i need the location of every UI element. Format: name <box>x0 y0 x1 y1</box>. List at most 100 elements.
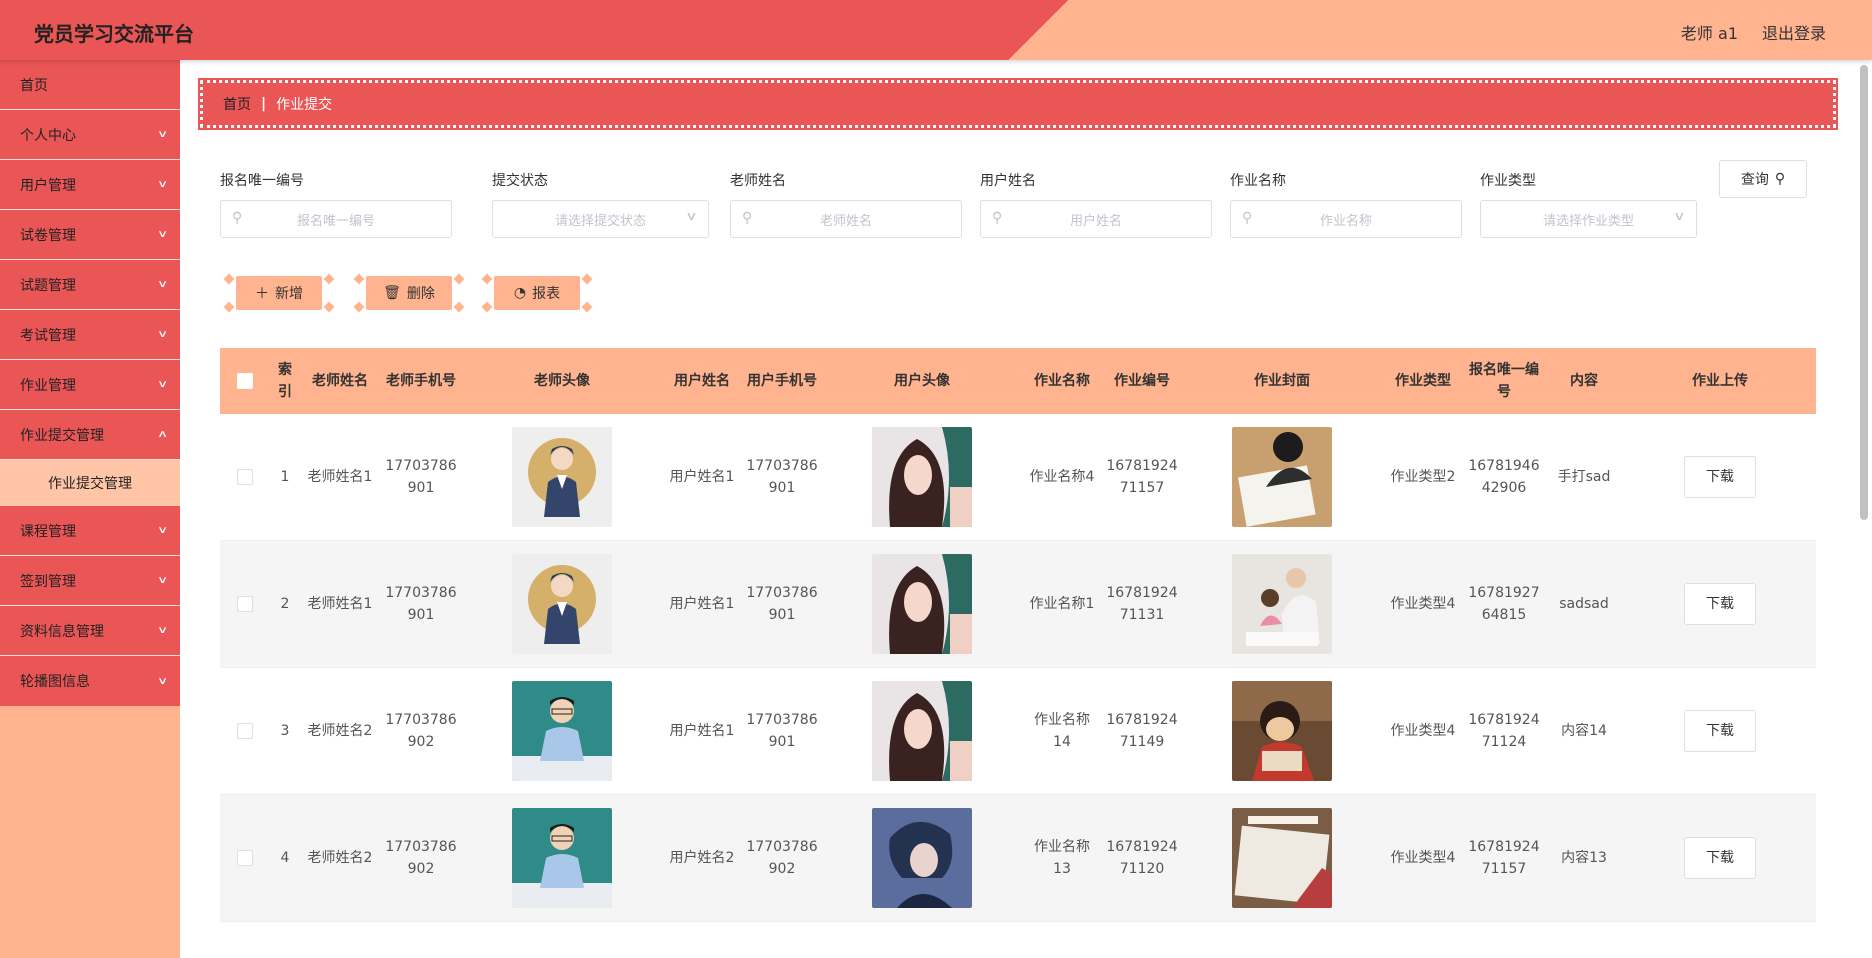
user-name-input[interactable]: ⚲ 用户姓名 <box>980 200 1212 238</box>
app-title: 党员学习交流平台 <box>34 22 194 46</box>
sidebar-item-questions[interactable]: 试题管理 ∨ <box>0 260 180 310</box>
sidebar-subitem-submissions[interactable]: 作业提交管理 <box>0 460 180 506</box>
sidebar-item-label: 作业提交管理 <box>20 427 104 444</box>
select-placeholder: 请选择作业类型 <box>1542 213 1634 229</box>
sidebar-item-users[interactable]: 用户管理 ∨ <box>0 160 180 210</box>
row-content: 内容14 <box>1561 723 1607 739</box>
row-homework-no: 1678192471120 <box>1106 839 1178 877</box>
page-scrollbar[interactable] <box>1860 60 1868 958</box>
row-content: sadsad <box>1559 596 1609 612</box>
pie-chart-icon: ◔ <box>513 285 527 301</box>
breadcrumb-current: 作业提交 <box>276 97 333 113</box>
row-signup-no: 1678192471157 <box>1468 839 1540 877</box>
table-row[interactable]: 4 老师姓名2 17703786902 用户姓名2 17703786902 作业名称13 1… <box>220 795 1816 922</box>
breadcrumb-home[interactable]: 首页 <box>223 94 251 114</box>
sidebar-item-carousel[interactable]: 轮播图信息 ∨ <box>0 656 180 706</box>
sidebar-item-profile[interactable]: 个人中心 ∨ <box>0 110 180 160</box>
chevron-down-icon: ∨ <box>156 279 168 290</box>
col-teacher-name: 老师姓名 <box>312 373 368 389</box>
row-user-phone: 17703786901 <box>746 585 818 623</box>
row-index: 3 <box>280 723 290 739</box>
user-avatar-image[interactable] <box>872 681 972 781</box>
user-avatar-image[interactable] <box>872 427 972 527</box>
logout-button[interactable]: 退出登录 <box>1762 20 1826 44</box>
chevron-down-icon: ∨ <box>156 379 168 390</box>
homework-name-input[interactable]: ⚲ 作业名称 <box>1230 200 1462 238</box>
user-avatar-image[interactable] <box>872 808 972 908</box>
top-header: 党员学习交流平台 老师 a1 退出登录 <box>0 0 1872 60</box>
row-homework-type: 作业类型4 <box>1390 723 1456 739</box>
teacher-avatar-image[interactable] <box>512 681 612 781</box>
row-homework-name: 作业名称4 <box>1029 469 1095 485</box>
query-button[interactable]: 查询 ⚲ <box>1719 160 1807 198</box>
sidebar-item-exams[interactable]: 考试管理 ∨ <box>0 310 180 360</box>
row-content: 内容13 <box>1561 850 1607 866</box>
chevron-down-icon: ∨ <box>156 525 168 536</box>
user-avatar-image[interactable] <box>872 554 972 654</box>
sidebar-item-papers[interactable]: 试卷管理 ∨ <box>0 210 180 260</box>
teacher-avatar-image[interactable] <box>512 427 612 527</box>
row-signup-no: 1678192764815 <box>1468 585 1540 623</box>
homework-cover-image[interactable] <box>1232 808 1332 908</box>
row-checkbox[interactable] <box>237 469 253 485</box>
row-homework-no: 1678192471131 <box>1106 585 1178 623</box>
homework-type-select[interactable]: 请选择作业类型 ∨ <box>1480 200 1697 238</box>
add-button[interactable]: ＋ 新增 <box>223 273 335 313</box>
table-row[interactable]: 1 老师姓名1 17703786901 用户姓名1 17703786901 作业名称4 16… <box>220 414 1816 541</box>
chevron-down-icon: ∨ <box>156 675 168 687</box>
row-signup-no: 1678194642906 <box>1468 458 1540 496</box>
download-button[interactable]: 下载 <box>1684 710 1756 752</box>
sidebar-item-label: 用户管理 <box>20 177 76 194</box>
homework-cover-image[interactable] <box>1232 554 1332 654</box>
sidebar-item-materials[interactable]: 资料信息管理 ∨ <box>0 606 180 656</box>
filter-label-homework: 作业名称 <box>1230 173 1286 189</box>
row-user-phone: 17703786901 <box>746 712 818 750</box>
row-teacher-name: 老师姓名1 <box>307 469 373 485</box>
teacher-name-input[interactable]: ⚲ 老师姓名 <box>730 200 962 238</box>
sidebar-item-homework[interactable]: 作业管理 ∨ <box>0 360 180 410</box>
teacher-avatar-image[interactable] <box>512 554 612 654</box>
row-checkbox[interactable] <box>237 723 253 739</box>
filter-label-user: 用户姓名 <box>980 173 1036 189</box>
sidebar-item-label: 首页 <box>20 77 48 94</box>
table-body: 1 老师姓名1 17703786901 用户姓名1 17703786901 作业名称4 16… <box>220 414 1816 922</box>
current-user[interactable]: 老师 a1 <box>1681 20 1738 44</box>
table-row[interactable]: 3 老师姓名2 17703786902 用户姓名1 17703786901 作业名称14 1… <box>220 668 1816 795</box>
row-homework-type: 作业类型4 <box>1390 596 1456 612</box>
sidebar-subitem-label: 作业提交管理 <box>48 476 132 492</box>
homework-cover-image[interactable] <box>1232 427 1332 527</box>
teacher-avatar-image[interactable] <box>512 808 612 908</box>
input-placeholder: 作业名称 <box>1319 213 1372 229</box>
search-icon: ⚲ <box>1242 210 1253 226</box>
row-user-name: 用户姓名2 <box>669 850 735 866</box>
sidebar-item-submissions[interactable]: 作业提交管理 ∧ <box>0 410 180 460</box>
homework-cover-image[interactable] <box>1232 681 1332 781</box>
row-checkbox[interactable] <box>237 850 253 866</box>
search-icon: ⚲ <box>232 210 243 226</box>
sidebar-item-home[interactable]: 首页 <box>0 60 180 110</box>
signup-id-input[interactable]: ⚲ 报名唯一编号 <box>220 200 452 238</box>
sidebar-item-checkin[interactable]: 签到管理 ∨ <box>0 556 180 606</box>
row-checkbox[interactable] <box>237 596 253 612</box>
download-button[interactable]: 下载 <box>1684 583 1756 625</box>
row-teacher-phone: 17703786902 <box>385 839 457 877</box>
chevron-down-icon: ∨ <box>156 229 168 240</box>
chevron-down-icon: ∨ <box>156 179 168 190</box>
report-button[interactable]: ◔ 报表 <box>481 273 593 313</box>
row-homework-no: 1678192471149 <box>1106 712 1178 750</box>
col-homework-type: 作业类型 <box>1395 373 1451 389</box>
select-all-checkbox[interactable] <box>237 373 253 389</box>
sidebar-item-courses[interactable]: 课程管理 ∨ <box>0 506 180 556</box>
row-homework-type: 作业类型4 <box>1390 850 1456 866</box>
download-button[interactable]: 下载 <box>1684 456 1756 498</box>
row-teacher-name: 老师姓名1 <box>307 596 373 612</box>
scrollbar-thumb[interactable] <box>1860 65 1868 520</box>
submission-table: 索引 老师姓名 老师手机号 老师头像 用户姓名 用户手机号 用户头像 作业名称 … <box>220 348 1816 922</box>
sidebar-item-label: 签到管理 <box>20 573 76 590</box>
col-content: 内容 <box>1570 373 1598 389</box>
download-button[interactable]: 下载 <box>1684 837 1756 879</box>
status-select[interactable]: 请选择提交状态 ∨ <box>492 200 709 238</box>
delete-button[interactable]: 🗑 删除 <box>353 273 465 313</box>
sidebar: 首页 个人中心 ∨ 用户管理 ∨ 试卷管理 ∨ 试题管理 ∨ 考试管理 ∨ 作业管理 ∨ 作… <box>0 60 180 958</box>
table-row[interactable]: 2 老师姓名1 17703786901 用户姓名1 17703786901 作业名称1 16… <box>220 541 1816 668</box>
